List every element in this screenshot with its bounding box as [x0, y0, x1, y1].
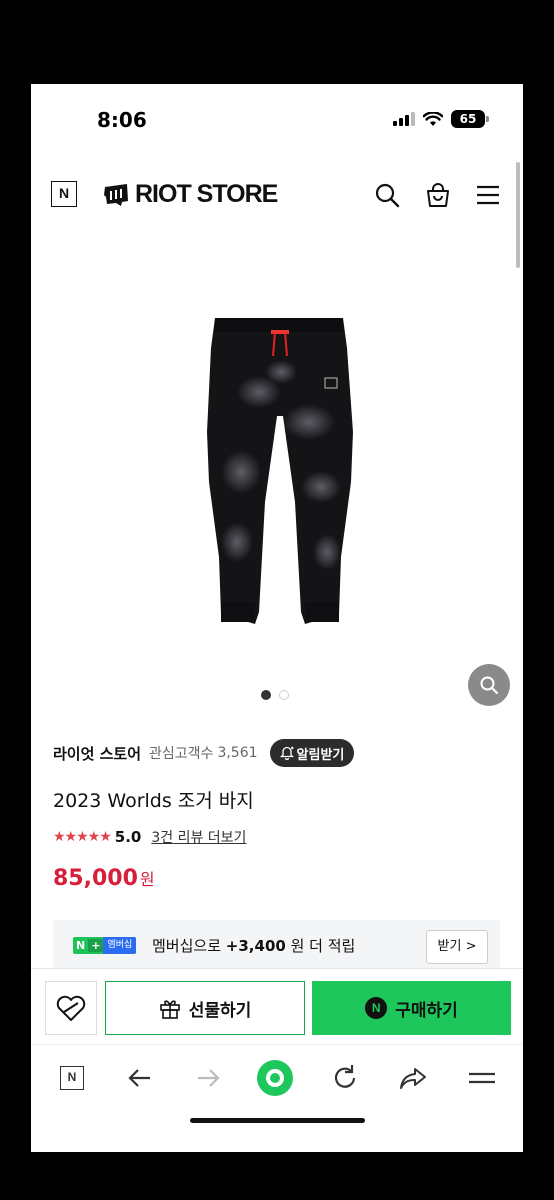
scrollbar[interactable]	[516, 162, 520, 268]
status-icons: 65	[393, 110, 489, 128]
rating-stars: ★★★★★	[53, 829, 112, 845]
store-logo-text: RIOT STORE	[135, 180, 278, 208]
purchase-action-bar: 선물하기 N 구매하기	[31, 968, 523, 1044]
membership-text-prefix: 멤버십으로	[152, 937, 222, 955]
status-time: 8:06	[97, 108, 147, 132]
buy-button[interactable]: N 구매하기	[312, 981, 511, 1035]
zoom-icon	[480, 676, 499, 695]
share-icon[interactable]	[398, 1063, 428, 1093]
browser-nav-bar: N	[31, 1044, 523, 1108]
membership-text-suffix: 원 더 적립	[290, 937, 356, 955]
store-name[interactable]: 라이엇 스토어	[53, 743, 141, 764]
forward-arrow-icon[interactable]	[193, 1063, 223, 1093]
membership-badge-label: 멤버십	[103, 937, 137, 954]
notify-button[interactable]: 알림받기	[269, 739, 355, 767]
wifi-icon	[423, 111, 443, 126]
riot-fist-icon	[104, 183, 128, 206]
heart-icon	[56, 995, 86, 1021]
battery-indicator: 65	[451, 110, 489, 128]
hamburger-icon[interactable]	[467, 1063, 497, 1093]
refresh-icon[interactable]	[330, 1063, 360, 1093]
membership-points: +3,400	[225, 937, 286, 955]
store-info-row: 라이엇 스토어 관심고객수 3,561 알림받기	[53, 738, 355, 768]
search-icon[interactable]	[373, 181, 401, 209]
receive-points-button[interactable]: 받기 >	[426, 930, 488, 964]
signal-icon	[393, 112, 415, 126]
back-arrow-icon[interactable]	[125, 1063, 155, 1093]
gift-icon	[159, 1000, 180, 1019]
zoom-button[interactable]	[468, 664, 510, 706]
carousel-dot[interactable]	[279, 690, 289, 700]
price-currency: 원	[139, 870, 155, 889]
nav-naver-home[interactable]: N	[57, 1063, 87, 1093]
rating-row: ★★★★★ 5.0 3건 리뷰 더보기	[53, 827, 246, 847]
product-image[interactable]	[201, 312, 359, 630]
bell-icon	[279, 746, 294, 760]
rating-value: 5.0	[114, 828, 142, 846]
home-indicator[interactable]	[190, 1118, 365, 1123]
gift-label: 선물하기	[188, 1000, 252, 1021]
gift-button[interactable]: 선물하기	[105, 981, 305, 1035]
carousel-dot-active[interactable]	[261, 690, 271, 700]
wishlist-button[interactable]	[45, 981, 97, 1035]
naver-n-icon: N	[60, 1066, 84, 1090]
image-carousel-dots	[261, 690, 289, 700]
shopping-bag-icon[interactable]	[424, 181, 452, 209]
menu-icon[interactable]	[474, 181, 502, 209]
store-header: N RIOT STORE	[31, 168, 523, 220]
product-title: 2023 Worlds 조거 바지	[53, 790, 254, 812]
watch-count: 3,561	[217, 745, 258, 761]
price-row: 85,000 원	[53, 866, 155, 891]
status-bar: 8:06 65	[31, 84, 523, 158]
naver-home-button[interactable]: N	[51, 181, 77, 207]
battery-level: 65	[459, 112, 477, 126]
membership-badge-plus: +	[88, 939, 104, 952]
home-circle-icon[interactable]	[256, 1059, 294, 1097]
riot-store-logo[interactable]: RIOT STORE	[103, 180, 278, 209]
naver-pay-icon: N	[365, 997, 388, 1019]
membership-badge-n: N	[76, 939, 86, 952]
battery-tip	[486, 116, 489, 122]
product-price: 85,000	[53, 866, 138, 891]
buy-label: 구매하기	[395, 1000, 458, 1021]
watch-label: 관심고객수	[149, 746, 214, 762]
review-link[interactable]: 3건 리뷰 더보기	[151, 827, 246, 847]
membership-badge: N + 멤버십	[73, 937, 137, 954]
phone-screen: 8:06 65 N RIOT STORE 라이엇 스토어 관심고객수 3,561…	[31, 84, 523, 1152]
membership-text: 멤버십으로 +3,400 원 더 적립	[152, 935, 355, 956]
notify-label: 알림받기	[296, 747, 345, 763]
